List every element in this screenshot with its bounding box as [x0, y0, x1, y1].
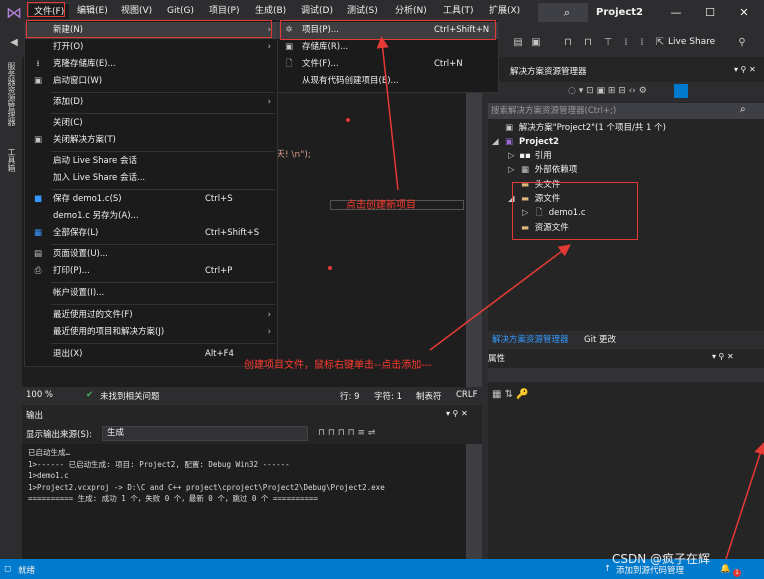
annotation-arrows	[328, 36, 764, 563]
annotation-create-file: 创建项目文件，鼠标右键单击--点击添加---	[244, 360, 433, 371]
upload-icon: ↑	[604, 564, 612, 574]
notification-badge: 1	[733, 569, 741, 577]
watermark: CSDN @疯子在辉	[612, 552, 711, 566]
ready-icon: ◻	[4, 564, 12, 574]
status-ready: 就绪	[18, 566, 36, 576]
notification-icon[interactable]: 🔔	[720, 564, 731, 574]
annotation-create-project: 点击创建新项目	[346, 200, 416, 211]
